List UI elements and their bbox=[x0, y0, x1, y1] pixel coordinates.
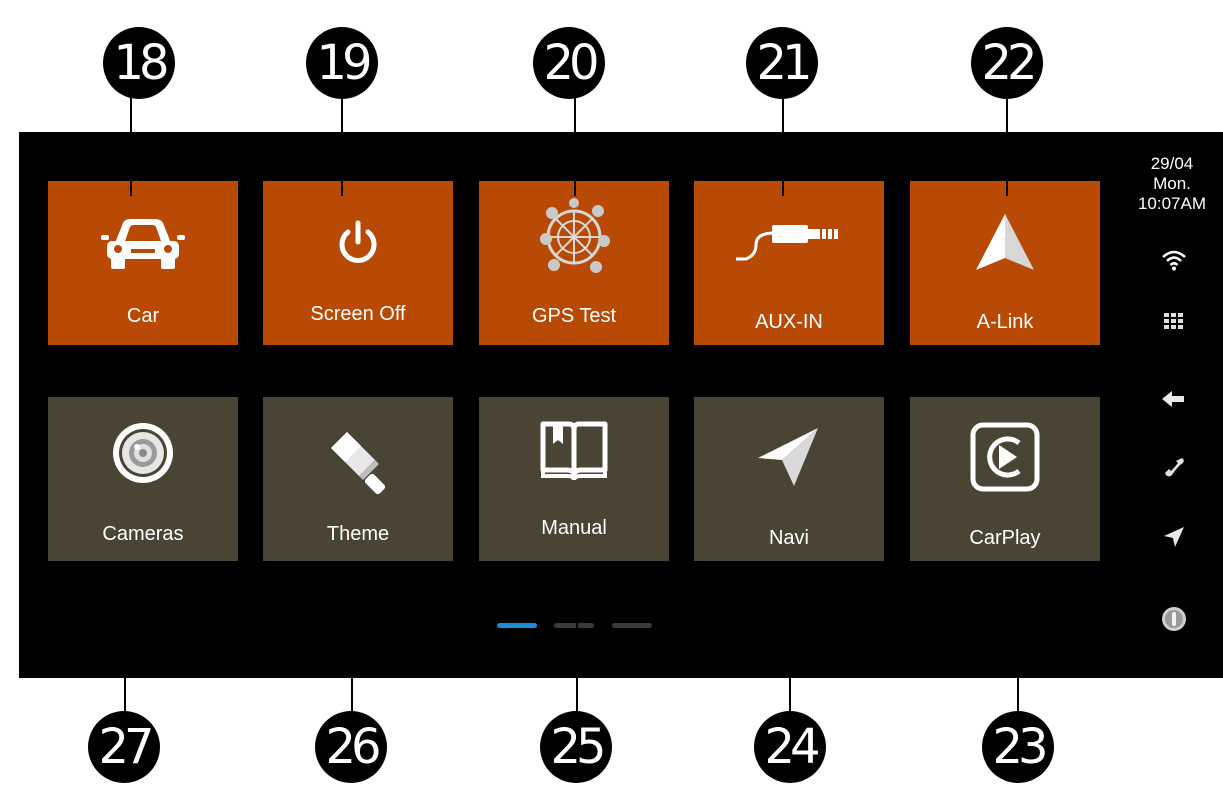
apps-grid-icon[interactable] bbox=[1158, 305, 1190, 337]
tile-theme[interactable]: Theme bbox=[263, 397, 453, 561]
leader-line-20 bbox=[574, 96, 576, 196]
tile-gps-test[interactable]: GPS Test bbox=[479, 181, 669, 345]
tile-label: Theme bbox=[326, 523, 390, 545]
aux-cable-icon bbox=[694, 211, 884, 275]
tile-manual[interactable]: Manual bbox=[479, 397, 669, 561]
tile-label: A-Link bbox=[976, 311, 1034, 333]
leader-line-26 bbox=[351, 596, 353, 714]
tile-cameras[interactable]: Cameras bbox=[48, 397, 238, 561]
tile-label: Navi bbox=[768, 527, 809, 549]
navigation-arrow-icon bbox=[910, 211, 1100, 275]
status-clock: 29/04 Mon. 10:07AM bbox=[1122, 154, 1222, 214]
tile-label: Car bbox=[126, 305, 160, 327]
leader-line-25 bbox=[576, 596, 578, 714]
book-icon bbox=[479, 419, 669, 483]
phone-icon[interactable] bbox=[1158, 451, 1190, 483]
leader-line-23 bbox=[1017, 596, 1019, 714]
tile-label: GPS Test bbox=[531, 305, 617, 327]
car-icon bbox=[48, 211, 238, 275]
tile-label: AUX-IN bbox=[755, 311, 823, 333]
back-arrow-icon[interactable] bbox=[1158, 383, 1190, 415]
wifi-icon[interactable] bbox=[1158, 244, 1190, 276]
callout-25: 25 bbox=[540, 711, 612, 783]
callout-26: 26 bbox=[315, 711, 387, 783]
callout-18: 18 bbox=[103, 27, 175, 99]
tile-aux-in[interactable]: AUX-IN bbox=[694, 181, 884, 345]
page-indicator-1[interactable] bbox=[497, 623, 537, 628]
tile-carplay[interactable]: CarPlay bbox=[910, 397, 1100, 561]
leader-line-22 bbox=[1006, 96, 1008, 196]
paper-plane-icon bbox=[694, 425, 884, 489]
tile-label: CarPlay bbox=[969, 527, 1041, 549]
page-indicator-2[interactable] bbox=[554, 623, 594, 628]
leader-line-24 bbox=[789, 596, 791, 714]
leader-line-27 bbox=[124, 596, 126, 714]
tile-label: Screen Off bbox=[310, 303, 406, 325]
tile-label: Cameras bbox=[102, 523, 184, 545]
head-unit-screen: Car Screen Off GPS Test AUX-IN A-Link Ca… bbox=[19, 132, 1223, 678]
carplay-icon bbox=[910, 422, 1100, 492]
power-icon bbox=[263, 211, 453, 275]
navigation-icon[interactable] bbox=[1158, 521, 1190, 553]
callout-19: 19 bbox=[306, 27, 378, 99]
satellite-globe-icon bbox=[479, 198, 669, 273]
callout-21: 21 bbox=[746, 27, 818, 99]
tile-label: Manual bbox=[541, 517, 607, 539]
tile-car[interactable]: Car bbox=[48, 181, 238, 345]
tile-screen-off[interactable]: Screen Off bbox=[263, 181, 453, 345]
camera-lens-icon bbox=[48, 421, 238, 485]
status-day: Mon. bbox=[1153, 174, 1191, 193]
paint-brush-icon bbox=[263, 431, 453, 495]
callout-20: 20 bbox=[533, 27, 605, 99]
page-indicator-3[interactable] bbox=[612, 623, 652, 628]
status-time: 10:07AM bbox=[1137, 194, 1207, 213]
callout-24: 24 bbox=[754, 711, 826, 783]
leader-line-21 bbox=[782, 96, 784, 196]
music-icon[interactable] bbox=[1158, 603, 1190, 635]
callout-23: 23 bbox=[982, 711, 1054, 783]
tile-a-link[interactable]: A-Link bbox=[910, 181, 1100, 345]
leader-line-18 bbox=[130, 96, 132, 196]
callout-22: 22 bbox=[971, 27, 1043, 99]
tile-navi[interactable]: Navi bbox=[694, 397, 884, 561]
status-date: 29/04 bbox=[1150, 154, 1194, 173]
callout-27: 27 bbox=[88, 711, 160, 783]
leader-line-19 bbox=[341, 96, 343, 196]
